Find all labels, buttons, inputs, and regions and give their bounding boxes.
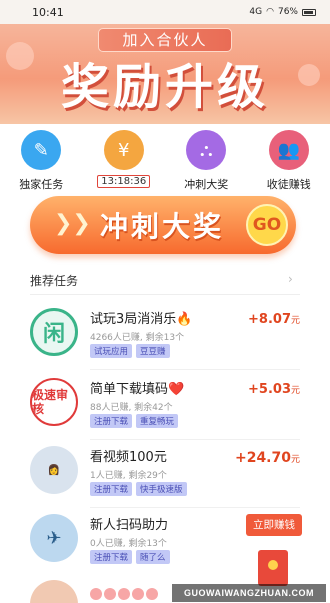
partial-row-decoration (90, 588, 158, 600)
task-avatar: 极速审核 (30, 378, 78, 426)
task-row[interactable]: 极速审核 简单下载填码❤️ 88人已赚, 剩余42个 注册下载 重复畅玩 +5.… (30, 370, 300, 440)
task-reward: +8.07元 (248, 312, 300, 327)
quick-item-sprint-prize[interactable]: ⛬ 冲刺大奖 (165, 124, 248, 192)
red-envelope-icon[interactable] (258, 550, 288, 586)
task-tag: 重复畅玩 (136, 414, 179, 428)
task-title: 试玩3局消消乐🔥 (90, 312, 193, 327)
task-meta: 0人已赚, 剩余13个 (90, 539, 167, 549)
task-title: 简单下载填码❤️ (90, 382, 185, 397)
earn-now-button[interactable]: 立即赚钱 (246, 514, 302, 536)
users-icon: 👥 (268, 130, 309, 170)
section-title: 推荐任务 (30, 274, 79, 288)
task-title: 看视频100元 (90, 450, 167, 465)
quick-item-recruit-earn[interactable]: 👥 收徒赚钱 (248, 124, 330, 192)
battery-percent: 76% (277, 7, 298, 17)
hero-headline: 奖励升级 (60, 59, 269, 115)
quick-item-countdown[interactable]: ¥ 13:18:36 (83, 124, 166, 192)
task-row[interactable]: 👩 看视频100元 1人已赚, 剩余29个 注册下载 快手极速版 +24.70元 (30, 438, 300, 508)
task-tag: 豆豆赚 (136, 344, 170, 358)
task-meta: 4266人已赚, 剩余13个 (90, 333, 185, 343)
task-tag: 注册下载 (90, 414, 133, 428)
quick-item-exclusive-task[interactable]: ✎ 独家任务 (0, 124, 83, 192)
person-photo-icon: 👩 (47, 464, 61, 476)
sprint-prize-banner[interactable]: ❯❯ 冲刺大奖 GO (30, 196, 296, 254)
airplane-icon: ✈ (46, 527, 62, 549)
task-tag: 注册下载 (90, 482, 133, 496)
task-meta: 1人已赚, 剩余29个 (90, 471, 167, 481)
status-bar: 10:41 4G ◠ 76% (0, 0, 330, 24)
task-tag: 随了么 (136, 550, 170, 564)
hero-banner[interactable]: 加入合伙人 奖励升级 (0, 24, 330, 124)
task-row[interactable]: 闲 试玩3局消消乐🔥 4266人已赚, 剩余13个 试玩应用 豆豆赚 +8.07… (30, 300, 300, 370)
countdown-timer: 13:18:36 (97, 175, 151, 188)
yen-icon: ¥ (103, 130, 144, 170)
join-partner-pill: 加入合伙人 (98, 28, 232, 52)
sprint-banner-text: 冲刺大奖 (100, 210, 225, 243)
double-chevron-icon: ❯❯ (54, 211, 91, 236)
status-time: 10:41 (32, 5, 64, 19)
battery-icon (302, 8, 316, 16)
go-button[interactable]: GO (246, 204, 288, 246)
task-avatar: ✈ (30, 514, 78, 562)
divider (30, 294, 300, 295)
task-tag: 注册下载 (90, 550, 133, 564)
chevron-right-icon[interactable]: › (288, 272, 293, 286)
task-meta: 88人已赚, 剩余42个 (90, 403, 173, 413)
task-tag: 快手极速版 (136, 482, 187, 496)
edit-icon: ✎ (21, 130, 62, 170)
watermark: GUOWAIWANGZHUAN.COM (172, 584, 326, 602)
task-reward: +24.70元 (234, 450, 300, 466)
wifi-icon: ◠ (266, 7, 274, 17)
quick-icon-row: ✎ 独家任务 ¥ 13:18:36 ⛬ 冲刺大奖 👥 收徒赚钱 (0, 124, 330, 192)
signal-icon: 4G (249, 7, 263, 17)
task-reward: +5.03元 (248, 382, 300, 397)
hierarchy-icon: ⛬ (186, 130, 227, 170)
task-avatar (30, 580, 78, 603)
task-avatar: 闲 (30, 308, 78, 356)
task-title: 新人扫码助力 (90, 518, 169, 533)
task-tag: 试玩应用 (90, 344, 133, 358)
task-avatar: 👩 (30, 446, 78, 494)
